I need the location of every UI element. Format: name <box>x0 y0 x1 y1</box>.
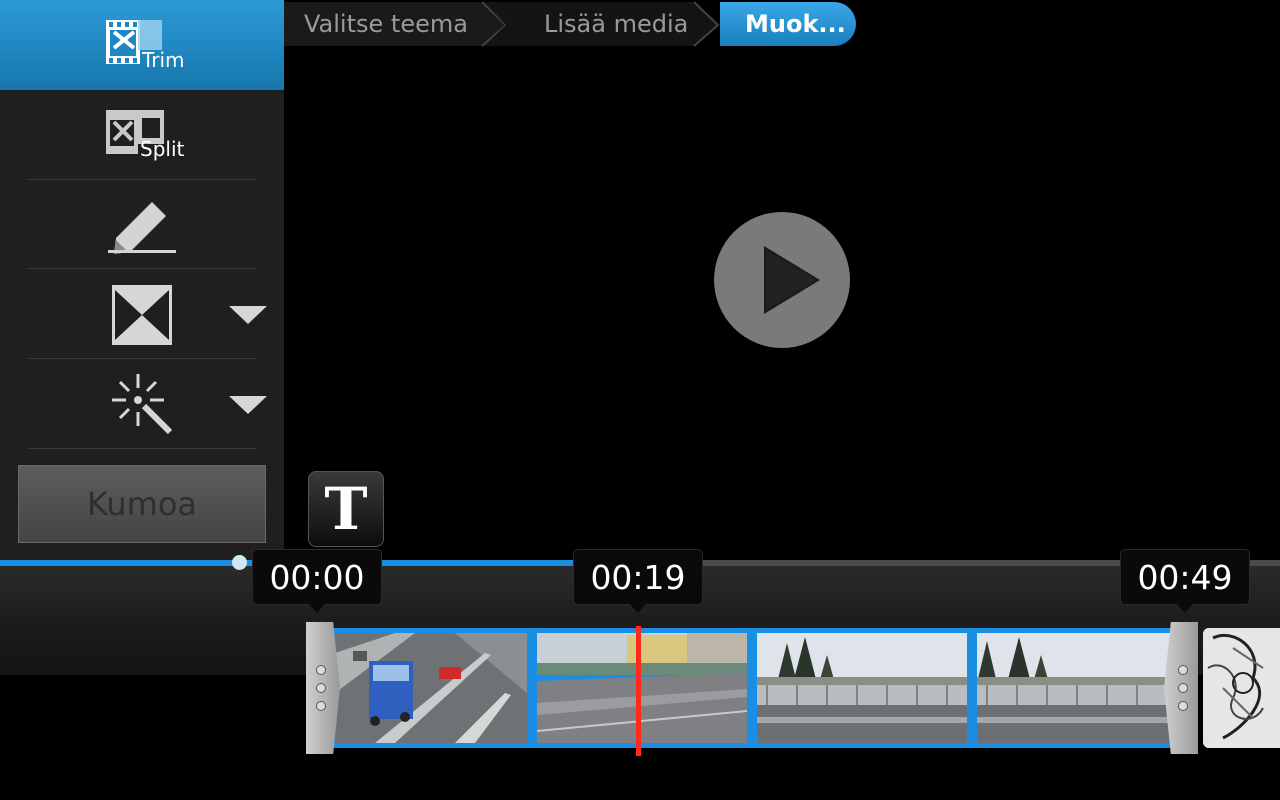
clip-thumbnail <box>537 633 747 743</box>
trim-start-time: 00:00 <box>252 549 382 605</box>
grip-dot-icon <box>1178 701 1188 711</box>
effect-dropdown-arrow-icon[interactable] <box>229 396 267 414</box>
add-text-button[interactable]: T <box>308 471 384 547</box>
video-clip[interactable] <box>330 628 1176 748</box>
transition-dropdown-arrow-icon[interactable] <box>229 306 267 324</box>
split-tool-button[interactable]: Split <box>0 90 284 180</box>
trim-end-time: 00:49 <box>1120 549 1250 605</box>
play-icon <box>764 246 820 314</box>
clip-thumbnail <box>977 633 1172 743</box>
breadcrumb-step-theme[interactable]: Valitse teema <box>304 2 468 46</box>
trim-tool-button[interactable]: Trim <box>0 0 284 90</box>
magic-wand-icon <box>112 374 173 435</box>
transition-tool-button[interactable] <box>0 270 284 360</box>
breadcrumb: Valitse teema Lisää media Muok... <box>284 0 856 48</box>
breadcrumb-step-edit[interactable]: Muok... <box>720 2 856 46</box>
bubble-pointer <box>630 604 646 613</box>
undo-button[interactable]: Kumoa <box>18 465 266 543</box>
transition-icon <box>112 285 172 345</box>
trim-end-handle[interactable] <box>1164 622 1198 754</box>
edit-toolbar: Trim Split Kumoa <box>0 0 284 560</box>
progress-thumb[interactable] <box>232 555 247 570</box>
trim-start-handle[interactable] <box>306 622 340 754</box>
grip-dot-icon <box>316 701 326 711</box>
breadcrumb-step-add-media[interactable]: Lisää media <box>544 2 688 46</box>
clip-thumbnail <box>335 633 527 743</box>
current-time: 00:19 <box>573 549 703 605</box>
bubble-pointer <box>309 604 325 613</box>
bubble-pointer <box>1177 604 1193 613</box>
clip-thumbnail <box>757 633 967 743</box>
effect-tool-button[interactable] <box>0 360 284 450</box>
pencil-icon <box>108 202 176 254</box>
divider <box>28 268 256 269</box>
grip-dot-icon <box>1178 683 1188 693</box>
grip-dot-icon <box>316 683 326 693</box>
edit-tool-button[interactable] <box>0 180 284 270</box>
grip-dot-icon <box>316 665 326 675</box>
next-clip-thumbnail[interactable] <box>1203 628 1280 748</box>
trim-label: Trim <box>142 48 185 72</box>
split-label: Split <box>140 137 185 161</box>
play-button[interactable] <box>714 212 850 348</box>
playhead-marker[interactable] <box>636 626 641 756</box>
grip-dot-icon <box>1178 665 1188 675</box>
divider <box>28 358 256 359</box>
divider <box>28 448 256 449</box>
